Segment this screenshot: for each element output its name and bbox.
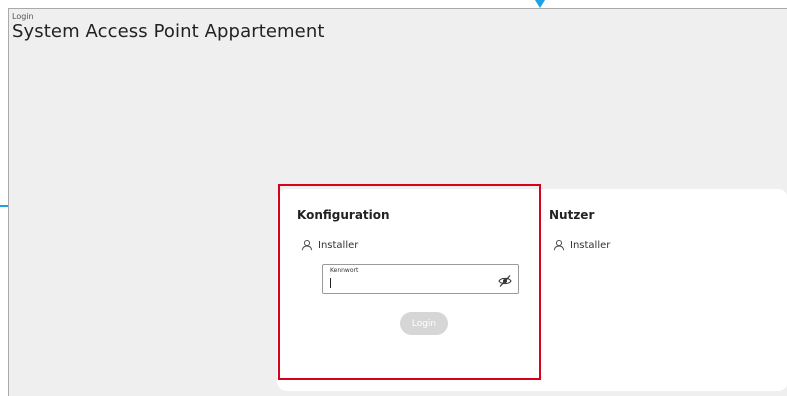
user-section-title: Nutzer	[549, 208, 595, 222]
text-cursor	[330, 278, 331, 288]
login-button[interactable]: Login	[400, 312, 448, 335]
config-user-label: Installer	[318, 239, 359, 251]
password-label: Kennwort	[330, 267, 359, 274]
user-list-item[interactable]: Installer	[553, 239, 610, 251]
eye-slash-icon[interactable]	[498, 273, 512, 287]
screen: Login System Access Point Appartement Ko…	[0, 0, 787, 396]
password-field[interactable]: Kennwort	[322, 264, 519, 294]
config-section-title: Konfiguration	[297, 208, 390, 222]
marker-arrow	[535, 0, 545, 8]
user-icon	[301, 239, 313, 251]
config-user-item[interactable]: Installer	[301, 239, 358, 251]
page: Login System Access Point Appartement Ko…	[8, 8, 787, 396]
user-list-item-label: Installer	[570, 239, 611, 251]
user-icon	[553, 239, 565, 251]
breadcrumb: Login	[12, 12, 34, 21]
page-title: System Access Point Appartement	[12, 21, 325, 42]
password-input[interactable]	[328, 276, 488, 290]
login-panel: Konfiguration Installer Kennwort Login N…	[277, 189, 787, 391]
